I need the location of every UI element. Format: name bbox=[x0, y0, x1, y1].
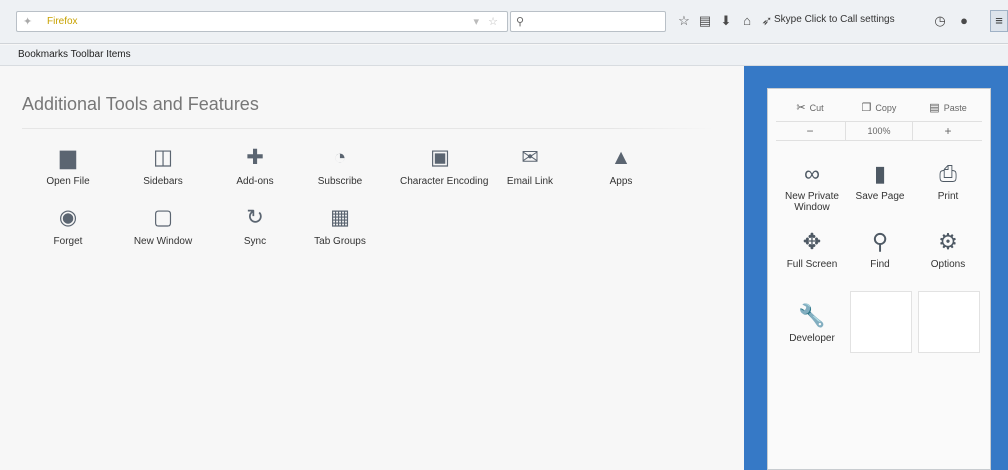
tab-groups-icon: ▦ bbox=[330, 206, 350, 229]
home-icon[interactable]: ⌂ bbox=[739, 13, 755, 29]
gear-icon: ⚙ bbox=[938, 229, 958, 254]
account-icon[interactable]: ● bbox=[956, 13, 972, 29]
rss-icon: ◔ bbox=[333, 146, 347, 169]
palette-item-tab-groups[interactable]: ▦ Tab Groups bbox=[300, 206, 380, 247]
find-icon: ⚲ bbox=[871, 229, 889, 254]
empty-panel-slot[interactable] bbox=[850, 291, 912, 353]
palette-item-new-window[interactable]: ▢ New Window bbox=[123, 206, 203, 247]
zoom-reset-button[interactable]: 100% bbox=[845, 122, 913, 140]
palette-item-add-ons[interactable]: ✚ Add-ons bbox=[215, 146, 295, 187]
nav-toolbar: ✦ Firefox ▾ ☆ ⚲ ☆ ▤ ⬇ ⌂ ➶ Skype Click to… bbox=[0, 0, 1008, 44]
panel-item-label: Full Screen bbox=[786, 259, 838, 270]
wrench-icon: 🔧 bbox=[798, 303, 826, 328]
scissors-icon: ✂ bbox=[796, 102, 806, 114]
sidebar-icon: ◫ bbox=[153, 146, 173, 169]
zoom-controls: − 100% + bbox=[776, 121, 982, 141]
skype-click-to-call-button[interactable]: Skype Click to Call settings bbox=[774, 14, 895, 25]
palette-item-subscribe[interactable]: ◔ Subscribe bbox=[300, 146, 380, 187]
zoom-in-button[interactable]: + bbox=[914, 122, 982, 140]
palette-item-label: New Window bbox=[133, 236, 193, 247]
bookmarks-toolbar: Bookmarks Toolbar Items bbox=[0, 45, 1008, 66]
panel-item-print[interactable]: ⎙ Print bbox=[914, 161, 982, 202]
paste-button[interactable]: ▤ Paste bbox=[914, 99, 982, 117]
panel-item-label: Find bbox=[870, 259, 890, 270]
copy-button[interactable]: ❐ Copy bbox=[845, 99, 913, 117]
panel-item-label: Print bbox=[937, 191, 959, 202]
panel-item-label: Developer bbox=[789, 333, 835, 344]
mask-icon: ∞ bbox=[804, 161, 820, 186]
search-bar[interactable]: ⚲ bbox=[510, 11, 666, 32]
hamburger-menu-icon[interactable]: ≡ bbox=[990, 10, 1008, 32]
palette-item-label: Add-ons bbox=[236, 176, 274, 187]
edit-controls: ✂ Cut ❐ Copy ▤ Paste bbox=[776, 99, 982, 117]
palette-item-label: Forget bbox=[53, 236, 83, 247]
send-icon[interactable]: ➶ bbox=[759, 13, 775, 29]
copy-icon: ❐ bbox=[861, 102, 872, 114]
panel-item-label: New Private Window bbox=[785, 191, 839, 213]
downloads-icon[interactable]: ⬇ bbox=[718, 13, 734, 29]
window-icon: ▢ bbox=[153, 206, 173, 229]
panel-item-find[interactable]: ⚲ Find bbox=[846, 229, 914, 270]
encoding-icon: ▣ bbox=[430, 146, 450, 169]
palette-item-sidebars[interactable]: ◫ Sidebars bbox=[123, 146, 203, 187]
panel-item-developer[interactable]: 🔧 Developer bbox=[778, 303, 846, 344]
url-controls[interactable]: ▾ ☆ bbox=[474, 15, 501, 28]
firefox-icon: ✦ bbox=[23, 16, 33, 28]
palette-item-label: Sync bbox=[243, 236, 267, 247]
printer-icon: ⎙ bbox=[939, 161, 957, 186]
palette-item-apps[interactable]: ▲ Apps bbox=[581, 146, 661, 187]
envelope-icon: ✉ bbox=[521, 146, 539, 169]
history-icon[interactable]: ◷ bbox=[932, 13, 948, 29]
url-bar[interactable]: ✦ Firefox ▾ ☆ bbox=[16, 11, 508, 32]
zoom-out-button[interactable]: − bbox=[776, 122, 844, 140]
palette-item-label: Email Link bbox=[506, 176, 554, 187]
palette-item-sync[interactable]: ↻ Sync bbox=[215, 206, 295, 247]
panel-item-new-private-window[interactable]: ∞ New Private Window bbox=[778, 161, 846, 213]
title-divider bbox=[22, 128, 714, 129]
empty-panel-slot[interactable] bbox=[918, 291, 980, 353]
save-page-icon: ▮ bbox=[873, 161, 887, 186]
folder-icon: ▆ bbox=[59, 146, 77, 169]
panel-item-full-screen[interactable]: ✥ Full Screen bbox=[778, 229, 846, 270]
panel-item-save-page[interactable]: ▮ Save Page bbox=[846, 161, 914, 202]
panel-item-label: Options bbox=[930, 259, 966, 270]
palette-item-label: Apps bbox=[609, 176, 633, 187]
cut-button[interactable]: ✂ Cut bbox=[776, 99, 844, 117]
page-title: Additional Tools and Features bbox=[22, 94, 259, 114]
forget-icon: ◉ bbox=[58, 206, 78, 229]
palette-item-character-encoding[interactable]: ▣ Character Encoding bbox=[400, 146, 489, 187]
search-icon: ⚲ bbox=[516, 16, 525, 28]
palette-item-label: Open File bbox=[46, 176, 90, 187]
sync-icon: ↻ bbox=[246, 206, 264, 229]
palette-item-open-file[interactable]: ▆ Open File bbox=[28, 146, 108, 187]
bookmark-star-icon[interactable]: ☆ bbox=[676, 13, 692, 29]
menu-panel: ✂ Cut ❐ Copy ▤ Paste − 100% + ∞ New Private… bbox=[767, 88, 991, 470]
palette-item-label: Subscribe bbox=[317, 176, 363, 187]
palette-item-label: Character Encoding bbox=[400, 176, 489, 187]
bookmarks-toolbar-items[interactable]: Bookmarks Toolbar Items bbox=[18, 49, 131, 60]
palette-item-label: Sidebars bbox=[143, 176, 183, 187]
puzzle-icon: ✚ bbox=[246, 146, 264, 169]
palette-item-email-link[interactable]: ✉ Email Link bbox=[490, 146, 570, 187]
rocket-icon: ▲ bbox=[610, 146, 632, 169]
clipboard-icon: ▤ bbox=[929, 102, 940, 114]
fullscreen-icon: ✥ bbox=[802, 229, 822, 254]
palette-item-label: Tab Groups bbox=[314, 236, 366, 247]
panel-item-options[interactable]: ⚙ Options bbox=[914, 229, 982, 270]
palette-item-forget[interactable]: ◉ Forget bbox=[28, 206, 108, 247]
bookmarks-menu-icon[interactable]: ▤ bbox=[697, 13, 713, 29]
url-text: Firefox bbox=[47, 16, 78, 27]
panel-item-label: Save Page bbox=[855, 191, 905, 202]
